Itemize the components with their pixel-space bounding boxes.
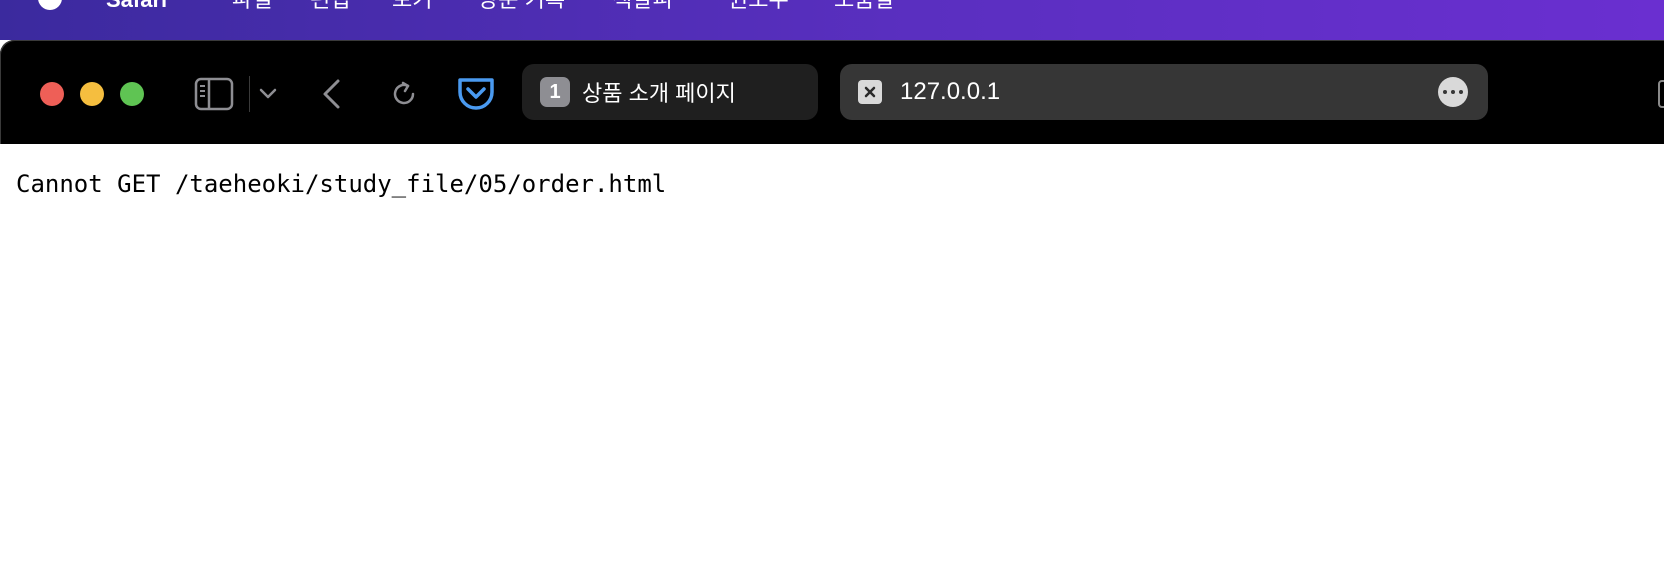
menu-item-edit[interactable]: 편집 [310,0,350,12]
reload-icon[interactable] [388,76,420,112]
more-icon[interactable] [1438,77,1468,107]
tab-overview-icon[interactable] [1658,80,1664,108]
apple-icon[interactable] [38,0,62,10]
tab-count-badge: 1 [540,77,570,107]
menu-item-file[interactable]: 파일 [232,0,272,12]
sidebar-icon[interactable] [194,74,234,114]
address-url[interactable]: 127.0.0.1 [900,78,1000,106]
window-minimize-button[interactable] [80,82,104,106]
page-content: Cannot GET /taeheoki/study_file/05/order… [0,144,1664,576]
tab-group-button[interactable]: 1 상품 소개 페이지 [522,64,818,120]
browser-toolbar: 1 상품 소개 페이지 127.0.0.1 [0,40,1664,144]
menu-app-name[interactable]: Safari [106,0,167,12]
chevron-down-icon[interactable] [256,80,280,108]
pocket-icon[interactable] [456,74,496,114]
back-icon[interactable] [316,76,346,112]
menu-item-bookmarks[interactable]: 책갈피 [612,0,673,12]
close-tab-icon[interactable] [858,80,882,104]
menu-bar: Safari 파일 편집 보기 방문 기록 책갈피 윈도우 도움말 [0,0,1664,40]
menu-item-view[interactable]: 보기 [392,0,432,12]
menu-item-window[interactable]: 윈도우 [728,0,789,12]
browser-window: 1 상품 소개 페이지 127.0.0.1 Cannot GET /taeheo… [0,40,1664,576]
window-close-button[interactable] [40,82,64,106]
address-bar[interactable]: 127.0.0.1 [840,64,1488,120]
tab-title: 상품 소개 페이지 [582,81,736,106]
toolbar-divider [249,76,250,112]
error-message: Cannot GET /taeheoki/study_file/05/order… [16,170,667,198]
menu-item-history[interactable]: 방문 기록 [478,0,565,12]
menu-item-help[interactable]: 도움말 [834,0,895,12]
window-zoom-button[interactable] [120,82,144,106]
